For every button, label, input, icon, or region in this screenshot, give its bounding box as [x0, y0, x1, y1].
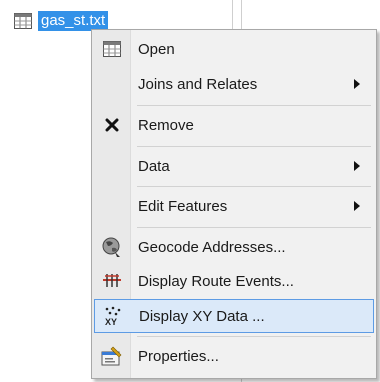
menu-item-label: Properties...: [138, 347, 219, 365]
menu-item-properties[interactable]: Properties...: [94, 339, 374, 373]
menu-item-geocode-addresses[interactable]: Geocode Addresses...: [94, 230, 374, 264]
menu-separator: [137, 336, 371, 337]
menu-item-remove[interactable]: Remove: [94, 108, 374, 142]
properties-icon: [101, 346, 122, 366]
menu-separator: [137, 227, 371, 228]
menu-item-joins-and-relates[interactable]: Joins and Relates: [94, 67, 374, 101]
submenu-arrow-icon: [350, 201, 364, 211]
menu-separator: [137, 146, 371, 147]
submenu-arrow-icon: [350, 79, 364, 89]
geocode-globe-icon: [102, 237, 120, 257]
table-icon: [14, 13, 32, 29]
menu-item-label: Data: [138, 157, 170, 175]
menu-item-edit-features[interactable]: Edit Features: [94, 189, 374, 223]
menu-separator: [137, 105, 371, 106]
table-icon: [103, 41, 121, 57]
menu-item-label: Open: [138, 40, 175, 58]
submenu-arrow-icon: [350, 161, 364, 171]
menu-item-label: Remove: [138, 116, 194, 134]
context-menu: Open Joins and Relates Remove Data Edit …: [91, 29, 377, 379]
xy-data-icon: XY: [105, 306, 121, 326]
menu-item-label: Display XY Data ...: [139, 307, 265, 325]
menu-item-label: Edit Features: [138, 197, 228, 215]
menu-item-display-xy-data[interactable]: XY Display XY Data ...: [94, 299, 374, 333]
tree-guide-line: [232, 0, 233, 30]
route-events-icon: [103, 274, 121, 287]
menu-item-data[interactable]: Data: [94, 149, 374, 183]
tree-guide-line: [241, 0, 242, 30]
menu-item-display-route-events[interactable]: Display Route Events...: [94, 264, 374, 298]
svg-text:XY: XY: [105, 317, 117, 326]
menu-item-label: Geocode Addresses...: [138, 238, 286, 256]
menu-item-open[interactable]: Open: [94, 32, 374, 66]
remove-x-icon: [105, 118, 119, 132]
layer-name[interactable]: gas_st.txt: [38, 11, 109, 31]
menu-item-label: Joins and Relates: [138, 75, 258, 93]
menu-separator: [137, 186, 371, 187]
menu-item-label: Display Route Events...: [138, 272, 294, 290]
